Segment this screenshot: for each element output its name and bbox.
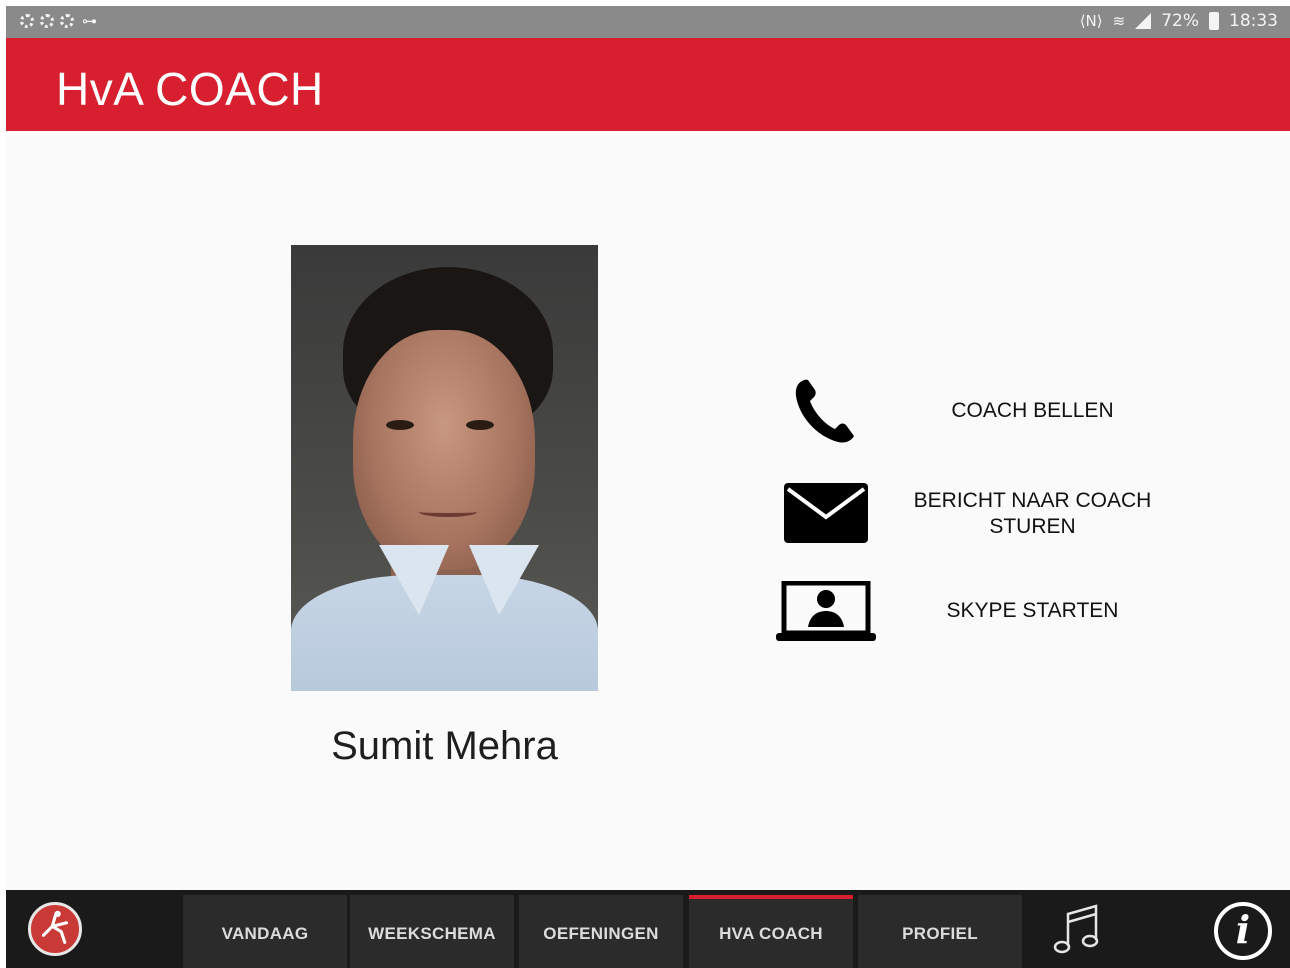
app-logo-icon[interactable]: [28, 902, 82, 956]
battery-icon: [1209, 12, 1219, 30]
tab-profiel[interactable]: PROFIEL: [858, 895, 1022, 968]
status-bar: ⊶ ⟨N⟩ ≋ 72% 18:33: [6, 6, 1290, 38]
call-coach-button[interactable]: COACH BELLEN: [766, 371, 1166, 451]
wifi-icon: ≋: [1112, 12, 1126, 30]
start-skype-label: SKYPE STARTEN: [946, 599, 1119, 622]
bottom-nav: VANDAAG WEEKSCHEMA OEFENINGEN HVA COACH …: [6, 890, 1290, 968]
tab-weekschema[interactable]: WEEKSCHEMA: [350, 895, 514, 968]
envelope-icon: [784, 483, 868, 543]
page-title: HvA COACH: [56, 63, 324, 115]
status-system: ⟨N⟩ ≋ 72% 18:33: [1080, 11, 1278, 31]
status-notifications: ⊶: [20, 12, 97, 30]
tab-label: WEEKSCHEMA: [368, 923, 496, 943]
signal-icon: [1135, 13, 1152, 29]
message-coach-label: BERICHT NAAR COACH STUREN: [913, 489, 1152, 538]
start-skype-button[interactable]: SKYPE STARTEN: [766, 576, 1166, 656]
tab-label: PROFIEL: [902, 923, 978, 943]
key-icon: ⊶: [82, 12, 97, 30]
app-screen: ⊶ ⟨N⟩ ≋ 72% 18:33 HvA COACH Sumit Mehra …: [6, 6, 1290, 968]
battery-percent: 72%: [1161, 11, 1199, 31]
settings-icon: [20, 14, 34, 28]
tab-label: HVA COACH: [719, 923, 823, 943]
app-bar: HvA COACH: [6, 38, 1290, 131]
call-coach-label: COACH BELLEN: [951, 399, 1114, 422]
info-icon: i: [1235, 907, 1251, 952]
nfc-icon: ⟨N⟩: [1079, 12, 1103, 30]
laptop-user-icon: [776, 581, 876, 641]
tab-oefeningen[interactable]: OEFENINGEN: [519, 895, 683, 968]
tab-vandaag[interactable]: VANDAAG: [183, 895, 347, 968]
tab-hva-coach[interactable]: HVA COACH: [689, 895, 853, 968]
clock: 18:33: [1229, 11, 1278, 31]
coach-photo: [291, 245, 598, 691]
settings-icon: [40, 14, 54, 28]
settings-icon: [60, 14, 74, 28]
tab-label: OEFENINGEN: [543, 923, 659, 943]
tab-label: VANDAAG: [221, 923, 309, 943]
music-note-icon[interactable]: [1050, 902, 1106, 958]
coach-name: Sumit Mehra: [331, 724, 558, 768]
info-button[interactable]: i: [1214, 902, 1272, 960]
phone-icon: [795, 379, 854, 443]
message-coach-button[interactable]: BERICHT NAAR COACH STUREN: [766, 476, 1166, 556]
